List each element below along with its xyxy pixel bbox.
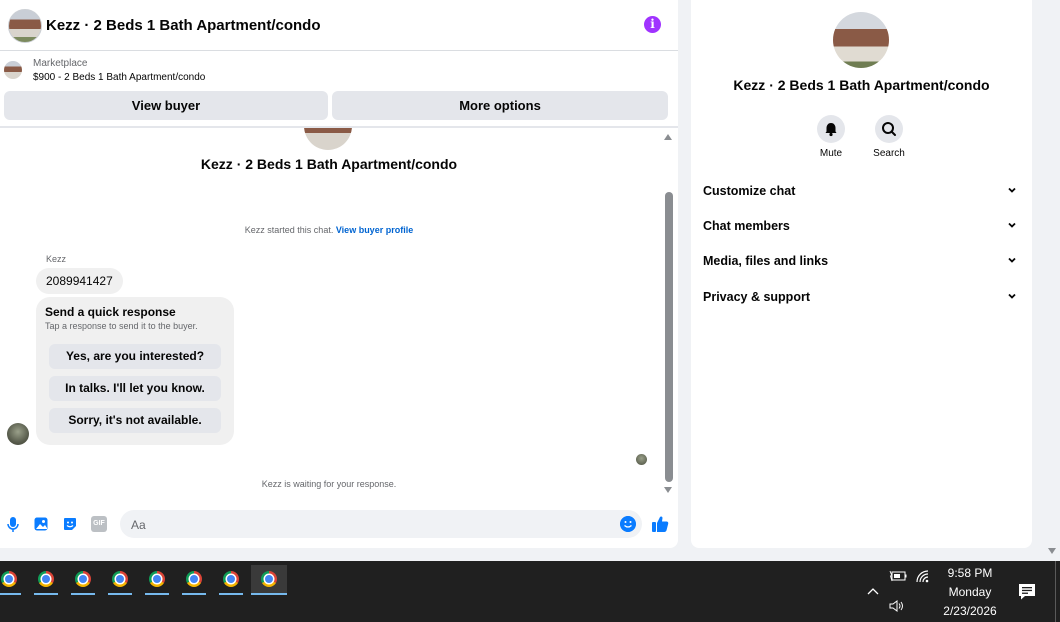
chrome-icon: [38, 571, 54, 587]
chevron-up-icon[interactable]: [866, 586, 880, 596]
chevron-down-icon: [1008, 293, 1016, 299]
running-indicator: [251, 593, 287, 595]
taskbar-chrome-window-8[interactable]: [251, 565, 287, 595]
taskbar-chrome-window-5[interactable]: [142, 565, 172, 595]
info-icon[interactable]: i: [644, 16, 661, 33]
conversation-details-panel: Kezz · 2 Beds 1 Bath Apartment/condo Mut…: [691, 0, 1032, 548]
sticker-icon[interactable]: [62, 516, 78, 532]
conversation-avatar[interactable]: [8, 9, 42, 43]
taskbar-chrome-window-3[interactable]: [68, 565, 98, 595]
more-options-button[interactable]: More options: [332, 91, 668, 120]
chrome-icon: [75, 571, 91, 587]
message-input[interactable]: [129, 510, 613, 540]
chevron-down-icon: [1008, 257, 1016, 263]
bell-icon: [825, 123, 837, 137]
message-composer: GIF: [0, 506, 678, 542]
running-indicator: [145, 593, 169, 595]
chat-header: Kezz · 2 Beds 1 Bath Apartment/condo i: [0, 0, 678, 51]
conversation-heading: Kezz · 2 Beds 1 Bath Apartment/condo: [200, 156, 458, 172]
chrome-icon: [149, 571, 165, 587]
emoji-icon[interactable]: [620, 516, 636, 532]
search-button[interactable]: [875, 115, 903, 143]
running-indicator: [71, 593, 95, 595]
listing-thumbnail: [4, 61, 22, 79]
scroll-up-arrow-icon[interactable]: [664, 134, 672, 140]
scroll-down-arrow-icon[interactable]: [664, 487, 672, 493]
waiting-notice: Kezz is waiting for your response.: [261, 479, 397, 489]
chat-started-text: Kezz started this chat.: [244, 225, 334, 235]
chat-started-notice: Kezz started this chat. View buyer profi…: [0, 225, 658, 235]
taskbar-chrome-window-2[interactable]: [31, 565, 61, 595]
wifi-icon[interactable]: [915, 569, 931, 583]
sender-avatar[interactable]: [7, 423, 29, 445]
listing-price: $900 - 2 Beds 1 Bath Apartment/condo: [33, 72, 206, 83]
chat-members-label: Chat members: [703, 219, 790, 233]
media-files-links-label: Media, files and links: [703, 254, 829, 268]
message-input-container[interactable]: [120, 510, 642, 540]
details-title: Kezz · 2 Beds 1 Bath Apartment/condo: [733, 77, 990, 93]
clock-time[interactable]: 9:58 PM: [930, 566, 1010, 580]
running-indicator: [34, 593, 58, 595]
sender-name: Kezz: [46, 254, 67, 264]
quick-response-not-available-button[interactable]: Sorry, it's not available.: [49, 408, 221, 433]
windows-taskbar: 9:58 PM Monday 2/23/2026: [0, 561, 1060, 622]
view-buyer-profile-link[interactable]: View buyer profile: [336, 225, 413, 235]
message-bubble: 2089941427: [36, 268, 123, 294]
chrome-icon: [1, 571, 17, 587]
quick-response-subtitle: Tap a response to send it to the buyer.: [45, 321, 198, 331]
battery-charging-icon[interactable]: [889, 569, 907, 583]
seen-indicator-avatar: [636, 454, 647, 465]
chrome-icon: [223, 571, 239, 587]
thumbs-up-icon[interactable]: [651, 515, 669, 533]
quick-response-yes-button[interactable]: Yes, are you interested?: [49, 344, 221, 369]
show-desktop-divider[interactable]: [1055, 561, 1056, 622]
customize-chat-label: Customize chat: [703, 184, 796, 198]
search-label: Search: [873, 148, 905, 159]
chat-members-row[interactable]: Chat members: [691, 210, 1032, 244]
notifications-icon[interactable]: [1018, 583, 1036, 601]
photo-icon[interactable]: [33, 516, 49, 532]
clock-date[interactable]: 2/23/2026: [930, 604, 1010, 618]
customize-chat-row[interactable]: Customize chat: [691, 175, 1032, 209]
conversation-photo: [304, 128, 352, 150]
message-list[interactable]: Kezz · 2 Beds 1 Bath Apartment/condo Kez…: [0, 128, 678, 498]
quick-response-title: Send a quick response: [45, 305, 176, 319]
privacy-support-row[interactable]: Privacy & support: [691, 281, 1032, 315]
page-scroll-down-arrow-icon[interactable]: [1048, 548, 1056, 554]
running-indicator: [0, 593, 21, 595]
privacy-support-label: Privacy & support: [703, 290, 810, 304]
taskbar-chrome-window-1[interactable]: [0, 565, 24, 595]
taskbar-chrome-window-7[interactable]: [216, 565, 246, 595]
mute-label: Mute: [819, 148, 843, 159]
volume-icon[interactable]: [888, 599, 906, 613]
mute-button[interactable]: [817, 115, 845, 143]
chat-panel: Kezz · 2 Beds 1 Bath Apartment/condo i M…: [0, 0, 678, 548]
view-buyer-button[interactable]: View buyer: [4, 91, 328, 120]
microphone-icon[interactable]: [5, 516, 21, 532]
taskbar-chrome-window-6[interactable]: [179, 565, 209, 595]
quick-response-card: Send a quick response Tap a response to …: [36, 297, 234, 445]
running-indicator: [219, 593, 243, 595]
quick-response-in-talks-button[interactable]: In talks. I'll let you know.: [49, 376, 221, 401]
media-files-links-row[interactable]: Media, files and links: [691, 245, 1032, 279]
chevron-down-icon: [1008, 187, 1016, 193]
taskbar-chrome-window-4[interactable]: [105, 565, 135, 595]
running-indicator: [182, 593, 206, 595]
listing-banner[interactable]: Marketplace $900 - 2 Beds 1 Bath Apartme…: [0, 51, 678, 91]
chevron-down-icon: [1008, 222, 1016, 228]
conversation-title[interactable]: Kezz · 2 Beds 1 Bath Apartment/condo: [46, 17, 320, 34]
details-avatar[interactable]: [833, 12, 889, 68]
clock-day[interactable]: Monday: [930, 585, 1010, 599]
gif-icon[interactable]: GIF: [91, 516, 107, 532]
chrome-icon: [186, 571, 202, 587]
running-indicator: [108, 593, 132, 595]
scrollbar-thumb[interactable]: [665, 192, 673, 482]
search-icon: [882, 122, 896, 136]
marketplace-label: Marketplace: [33, 58, 88, 69]
chrome-icon: [261, 571, 277, 587]
chrome-icon: [112, 571, 128, 587]
